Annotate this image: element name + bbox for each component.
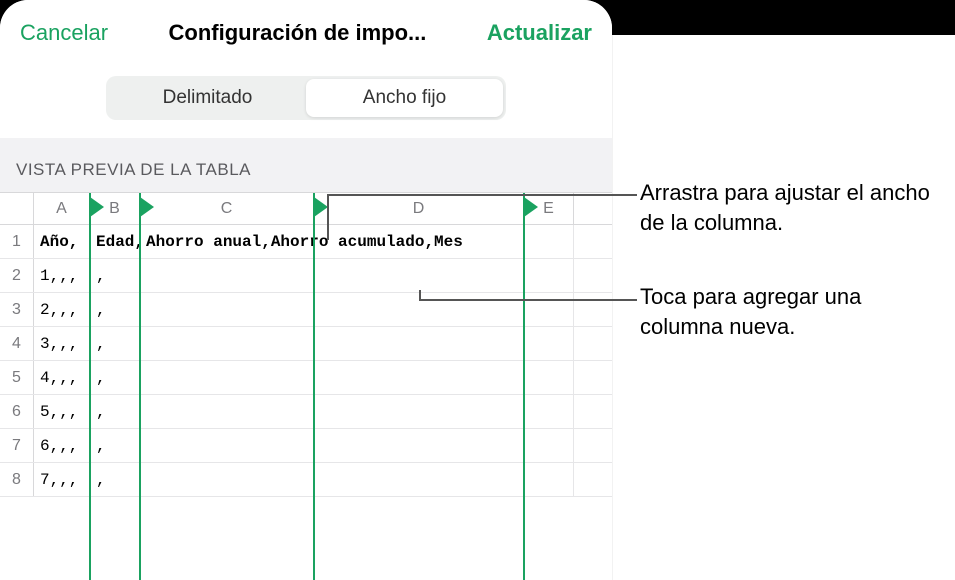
annotation-layer: Arrastra para ajustar el ancho de la col… xyxy=(640,0,950,580)
column-boundary[interactable] xyxy=(89,193,91,580)
table-cell[interactable]: , xyxy=(90,463,140,496)
row-number: 7 xyxy=(0,429,34,462)
column-width-handle[interactable] xyxy=(140,197,154,217)
table-cell[interactable]: Edad, xyxy=(90,225,140,258)
row-number: 8 xyxy=(0,463,34,496)
table-cell[interactable]: 2,,, xyxy=(34,293,90,326)
table-cell[interactable]: , xyxy=(90,429,140,462)
update-button[interactable]: Actualizar xyxy=(487,20,592,46)
row-number: 4 xyxy=(0,327,34,360)
row-number: 5 xyxy=(0,361,34,394)
table-cell[interactable]: 4,,, xyxy=(34,361,90,394)
cancel-button[interactable]: Cancelar xyxy=(20,20,108,46)
table-cell[interactable]: , xyxy=(90,293,140,326)
table-cell[interactable] xyxy=(524,327,574,360)
segmented-control-wrap: Delimitado Ancho fijo xyxy=(0,62,612,138)
table-cell[interactable] xyxy=(140,361,314,394)
table-row: 54,,,, xyxy=(0,361,612,395)
table-preview-header: VISTA PREVIA DE LA TABLA xyxy=(0,138,612,193)
table-cell[interactable]: 5,,, xyxy=(34,395,90,428)
navigation-bar: Cancelar Configuración de impo... Actual… xyxy=(0,0,612,62)
table-cell[interactable] xyxy=(140,327,314,360)
corner-spacer xyxy=(0,193,34,224)
table-cell[interactable] xyxy=(314,361,524,394)
column-boundary[interactable] xyxy=(523,193,525,580)
column-boundary[interactable] xyxy=(139,193,141,580)
table-cell[interactable] xyxy=(524,395,574,428)
column-header-a[interactable]: A xyxy=(34,193,90,224)
table-cell[interactable] xyxy=(314,429,524,462)
column-header-d[interactable]: D xyxy=(314,193,524,224)
column-width-handle[interactable] xyxy=(524,197,538,217)
table-cell[interactable]: 1,,, xyxy=(34,259,90,292)
table-cell[interactable]: 3,,, xyxy=(34,327,90,360)
segment-fixed-width[interactable]: Ancho fijo xyxy=(306,79,503,117)
column-boundary[interactable] xyxy=(313,193,315,580)
table-cell[interactable] xyxy=(524,429,574,462)
table-cell[interactable] xyxy=(524,361,574,394)
sheet-title: Configuración de impo... xyxy=(169,20,427,46)
column-header-c[interactable]: C xyxy=(140,193,314,224)
table-cell[interactable] xyxy=(314,327,524,360)
table-cell[interactable] xyxy=(524,259,574,292)
table-cell[interactable]: Ahorro anual,Ahorro acumulado,Mes xyxy=(140,225,314,258)
table-row: 32,,,, xyxy=(0,293,612,327)
table-cell[interactable]: , xyxy=(90,259,140,292)
table-cell[interactable]: , xyxy=(90,327,140,360)
segmented-control: Delimitado Ancho fijo xyxy=(106,76,506,120)
table-cell[interactable]: , xyxy=(90,361,140,394)
table-cell[interactable]: , xyxy=(90,395,140,428)
table-cell[interactable] xyxy=(314,293,524,326)
row-number: 1 xyxy=(0,225,34,258)
table-row: 87,,,, xyxy=(0,463,612,497)
table-cell[interactable] xyxy=(140,395,314,428)
table-cell[interactable] xyxy=(524,293,574,326)
table-cell[interactable]: Año, xyxy=(34,225,90,258)
annotation-tap: Toca para agregar una columna nueva. xyxy=(640,282,950,341)
row-number: 2 xyxy=(0,259,34,292)
table-row: 43,,,, xyxy=(0,327,612,361)
segment-delimited[interactable]: Delimitado xyxy=(109,79,306,117)
column-width-handle[interactable] xyxy=(90,197,104,217)
table-row: 1Año,Edad,Ahorro anual,Ahorro acumulado,… xyxy=(0,225,612,259)
table-cell[interactable] xyxy=(140,293,314,326)
table-cell[interactable] xyxy=(314,463,524,496)
table-cell[interactable] xyxy=(140,429,314,462)
import-settings-sheet: Cancelar Configuración de impo... Actual… xyxy=(0,0,612,580)
table-cell[interactable] xyxy=(314,395,524,428)
table-cell[interactable] xyxy=(140,463,314,496)
table-cell[interactable]: 7,,, xyxy=(34,463,90,496)
table-row: 21,,,, xyxy=(0,259,612,293)
row-number: 6 xyxy=(0,395,34,428)
table-cell[interactable]: 6,,, xyxy=(34,429,90,462)
column-width-handle[interactable] xyxy=(314,197,328,217)
annotation-drag: Arrastra para ajustar el ancho de la col… xyxy=(640,178,950,237)
table-cell[interactable] xyxy=(314,259,524,292)
table-row: 65,,,, xyxy=(0,395,612,429)
table-preview-area[interactable]: ABCDE 1Año,Edad,Ahorro anual,Ahorro acum… xyxy=(0,193,612,580)
table-cell[interactable] xyxy=(140,259,314,292)
row-number: 3 xyxy=(0,293,34,326)
table-row: 76,,,, xyxy=(0,429,612,463)
table-cell[interactable] xyxy=(314,225,524,258)
table-cell[interactable] xyxy=(524,463,574,496)
table-cell[interactable] xyxy=(524,225,574,258)
